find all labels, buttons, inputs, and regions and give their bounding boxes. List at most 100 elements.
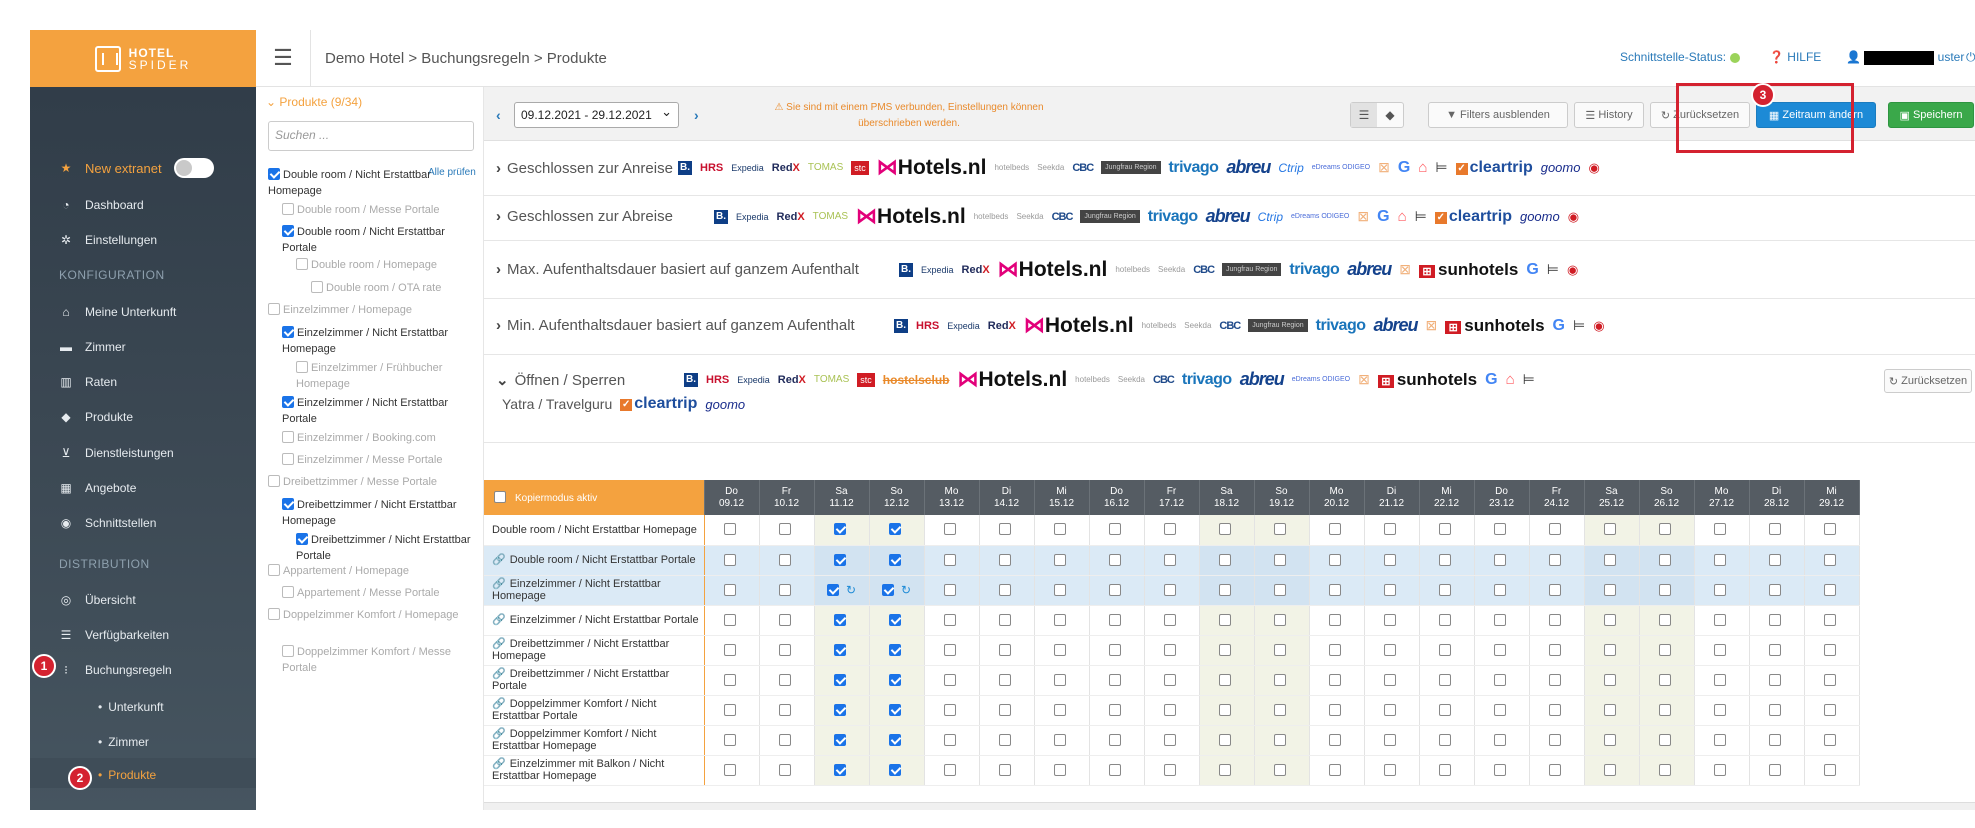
day-checkbox[interactable]	[724, 763, 736, 776]
day-checkbox[interactable]	[1549, 733, 1561, 746]
day-checkbox[interactable]	[1329, 553, 1341, 566]
day-checkbox[interactable]	[834, 763, 846, 776]
day-checkbox[interactable]	[1054, 583, 1066, 596]
day-checkbox[interactable]	[1659, 523, 1671, 536]
day-checkbox[interactable]	[999, 763, 1011, 776]
hide-filters-button[interactable]: ▼ Filters ausblenden	[1428, 102, 1568, 128]
day-checkbox[interactable]	[834, 673, 846, 686]
day-checkbox[interactable]	[1604, 643, 1616, 656]
day-checkbox[interactable]	[1549, 583, 1561, 596]
day-checkbox[interactable]	[881, 584, 894, 596]
day-checkbox[interactable]	[944, 703, 956, 716]
day-checkbox[interactable]	[1824, 733, 1836, 746]
day-checkbox[interactable]	[1274, 763, 1286, 776]
day-checkbox[interactable]	[1329, 643, 1341, 656]
day-checkbox[interactable]	[1439, 613, 1451, 626]
day-checkbox[interactable]	[1769, 673, 1781, 686]
day-checkbox[interactable]	[1109, 553, 1121, 566]
day-checkbox[interactable]	[1714, 643, 1726, 656]
sidebar-item-verfuegbarkeiten[interactable]: ☰ Verfügbarkeiten	[30, 620, 256, 650]
product-checkbox[interactable]	[268, 303, 280, 315]
product-filter-item[interactable]: Appartement / Messe Portale	[282, 585, 472, 601]
day-checkbox[interactable]	[1824, 673, 1836, 686]
day-checkbox[interactable]	[1384, 553, 1396, 566]
day-checkbox[interactable]	[1824, 703, 1836, 716]
sidebar-item-dienstleistungen[interactable]: ⊻ Dienstleistungen	[30, 438, 256, 468]
day-checkbox[interactable]	[1054, 673, 1066, 686]
sidebar-subitem-zimmer[interactable]: Zimmer	[98, 735, 149, 749]
day-checkbox[interactable]	[1494, 523, 1506, 536]
day-checkbox[interactable]	[1274, 583, 1286, 596]
product-checkbox[interactable]	[282, 586, 294, 598]
day-checkbox[interactable]	[944, 763, 956, 776]
day-checkbox[interactable]	[1219, 703, 1231, 716]
product-filter-item[interactable]: Doppelzimmer Komfort / Messe Portale	[282, 644, 472, 676]
rule-title[interactable]: Geschlossen zur Anreise	[496, 160, 673, 177]
day-checkbox[interactable]	[1769, 523, 1781, 536]
next-period-icon[interactable]: ›	[694, 107, 699, 123]
rule-title[interactable]: Geschlossen zur Abreise	[496, 208, 673, 225]
day-checkbox[interactable]	[1274, 733, 1286, 746]
day-checkbox[interactable]	[944, 553, 956, 566]
day-checkbox[interactable]	[1329, 523, 1341, 536]
day-checkbox[interactable]	[724, 583, 736, 596]
day-checkbox[interactable]	[999, 643, 1011, 656]
day-checkbox[interactable]	[1329, 763, 1341, 776]
day-checkbox[interactable]	[834, 703, 846, 716]
day-checkbox[interactable]	[1384, 583, 1396, 596]
day-checkbox[interactable]	[1769, 613, 1781, 626]
day-checkbox[interactable]	[1109, 613, 1121, 626]
product-checkbox[interactable]	[296, 258, 308, 270]
product-checkbox[interactable]	[311, 281, 323, 293]
day-checkbox[interactable]	[1384, 763, 1396, 776]
day-checkbox[interactable]	[1219, 733, 1231, 746]
day-checkbox[interactable]	[1769, 703, 1781, 716]
interface-status[interactable]: Schnittstelle-Status:	[1620, 50, 1741, 64]
day-checkbox[interactable]	[1054, 733, 1066, 746]
day-checkbox[interactable]	[1384, 523, 1396, 536]
product-filter-item[interactable]: Appartement / Homepage	[268, 563, 472, 579]
sidebar-subitem-unterkunft[interactable]: Unterkunft	[98, 700, 163, 714]
day-checkbox[interactable]	[1714, 673, 1726, 686]
day-checkbox[interactable]	[1824, 763, 1836, 776]
day-checkbox[interactable]	[1384, 703, 1396, 716]
product-checkbox[interactable]	[268, 608, 280, 620]
day-checkbox[interactable]	[999, 703, 1011, 716]
day-checkbox[interactable]	[1219, 583, 1231, 596]
product-filter-header[interactable]: ⌄ Produkte (9/34)	[266, 95, 362, 109]
product-filter-item[interactable]: Einzelzimmer / Messe Portale	[282, 452, 472, 468]
day-checkbox[interactable]	[1714, 733, 1726, 746]
day-checkbox[interactable]	[834, 553, 846, 566]
day-checkbox[interactable]	[1549, 523, 1561, 536]
day-checkbox[interactable]	[1659, 553, 1671, 566]
day-checkbox[interactable]	[1439, 673, 1451, 686]
copy-mode-header[interactable]: Kopiermodus aktiv	[484, 480, 705, 515]
horizontal-scrollbar[interactable]	[484, 802, 1975, 810]
view-toggle[interactable]: ☰ ◆	[1350, 102, 1404, 128]
day-checkbox[interactable]	[1054, 613, 1066, 626]
product-filter-item[interactable]: Einzelzimmer / Homepage	[268, 302, 472, 318]
day-checkbox[interactable]	[779, 703, 791, 716]
day-checkbox[interactable]	[1549, 763, 1561, 776]
day-checkbox[interactable]	[1604, 673, 1616, 686]
day-checkbox[interactable]	[1714, 553, 1726, 566]
day-checkbox[interactable]	[1824, 583, 1836, 596]
day-checkbox[interactable]	[1494, 733, 1506, 746]
sidebar-item-schnittstellen[interactable]: ◉ Schnittstellen	[30, 508, 256, 538]
sidebar-item-uebersicht[interactable]: ◎ Übersicht	[30, 585, 256, 615]
day-checkbox[interactable]	[1659, 583, 1671, 596]
day-checkbox[interactable]	[1549, 703, 1561, 716]
day-checkbox[interactable]	[1714, 523, 1726, 536]
day-checkbox[interactable]	[1219, 643, 1231, 656]
day-checkbox[interactable]	[779, 523, 791, 536]
rule-title[interactable]: Max. Aufenthaltsdauer basiert auf ganzem…	[496, 261, 859, 278]
rule-open-close[interactable]: Öffnen / Sperren B. HRS Expedia RedX TOM…	[484, 355, 1975, 443]
day-checkbox[interactable]	[1439, 733, 1451, 746]
sidebar-subitem-produkte[interactable]: Produkte	[98, 768, 156, 782]
day-checkbox[interactable]	[1164, 583, 1176, 596]
day-checkbox[interactable]	[1164, 703, 1176, 716]
sidebar-item-raten[interactable]: ▥ Raten	[30, 367, 256, 397]
product-filter-item[interactable]: Dreibettzimmer / Nicht Erstattbar Homepa…	[282, 497, 472, 529]
day-checkbox[interactable]	[1549, 613, 1561, 626]
rule-title[interactable]: Min. Aufenthaltsdauer basiert auf ganzem…	[496, 317, 855, 334]
